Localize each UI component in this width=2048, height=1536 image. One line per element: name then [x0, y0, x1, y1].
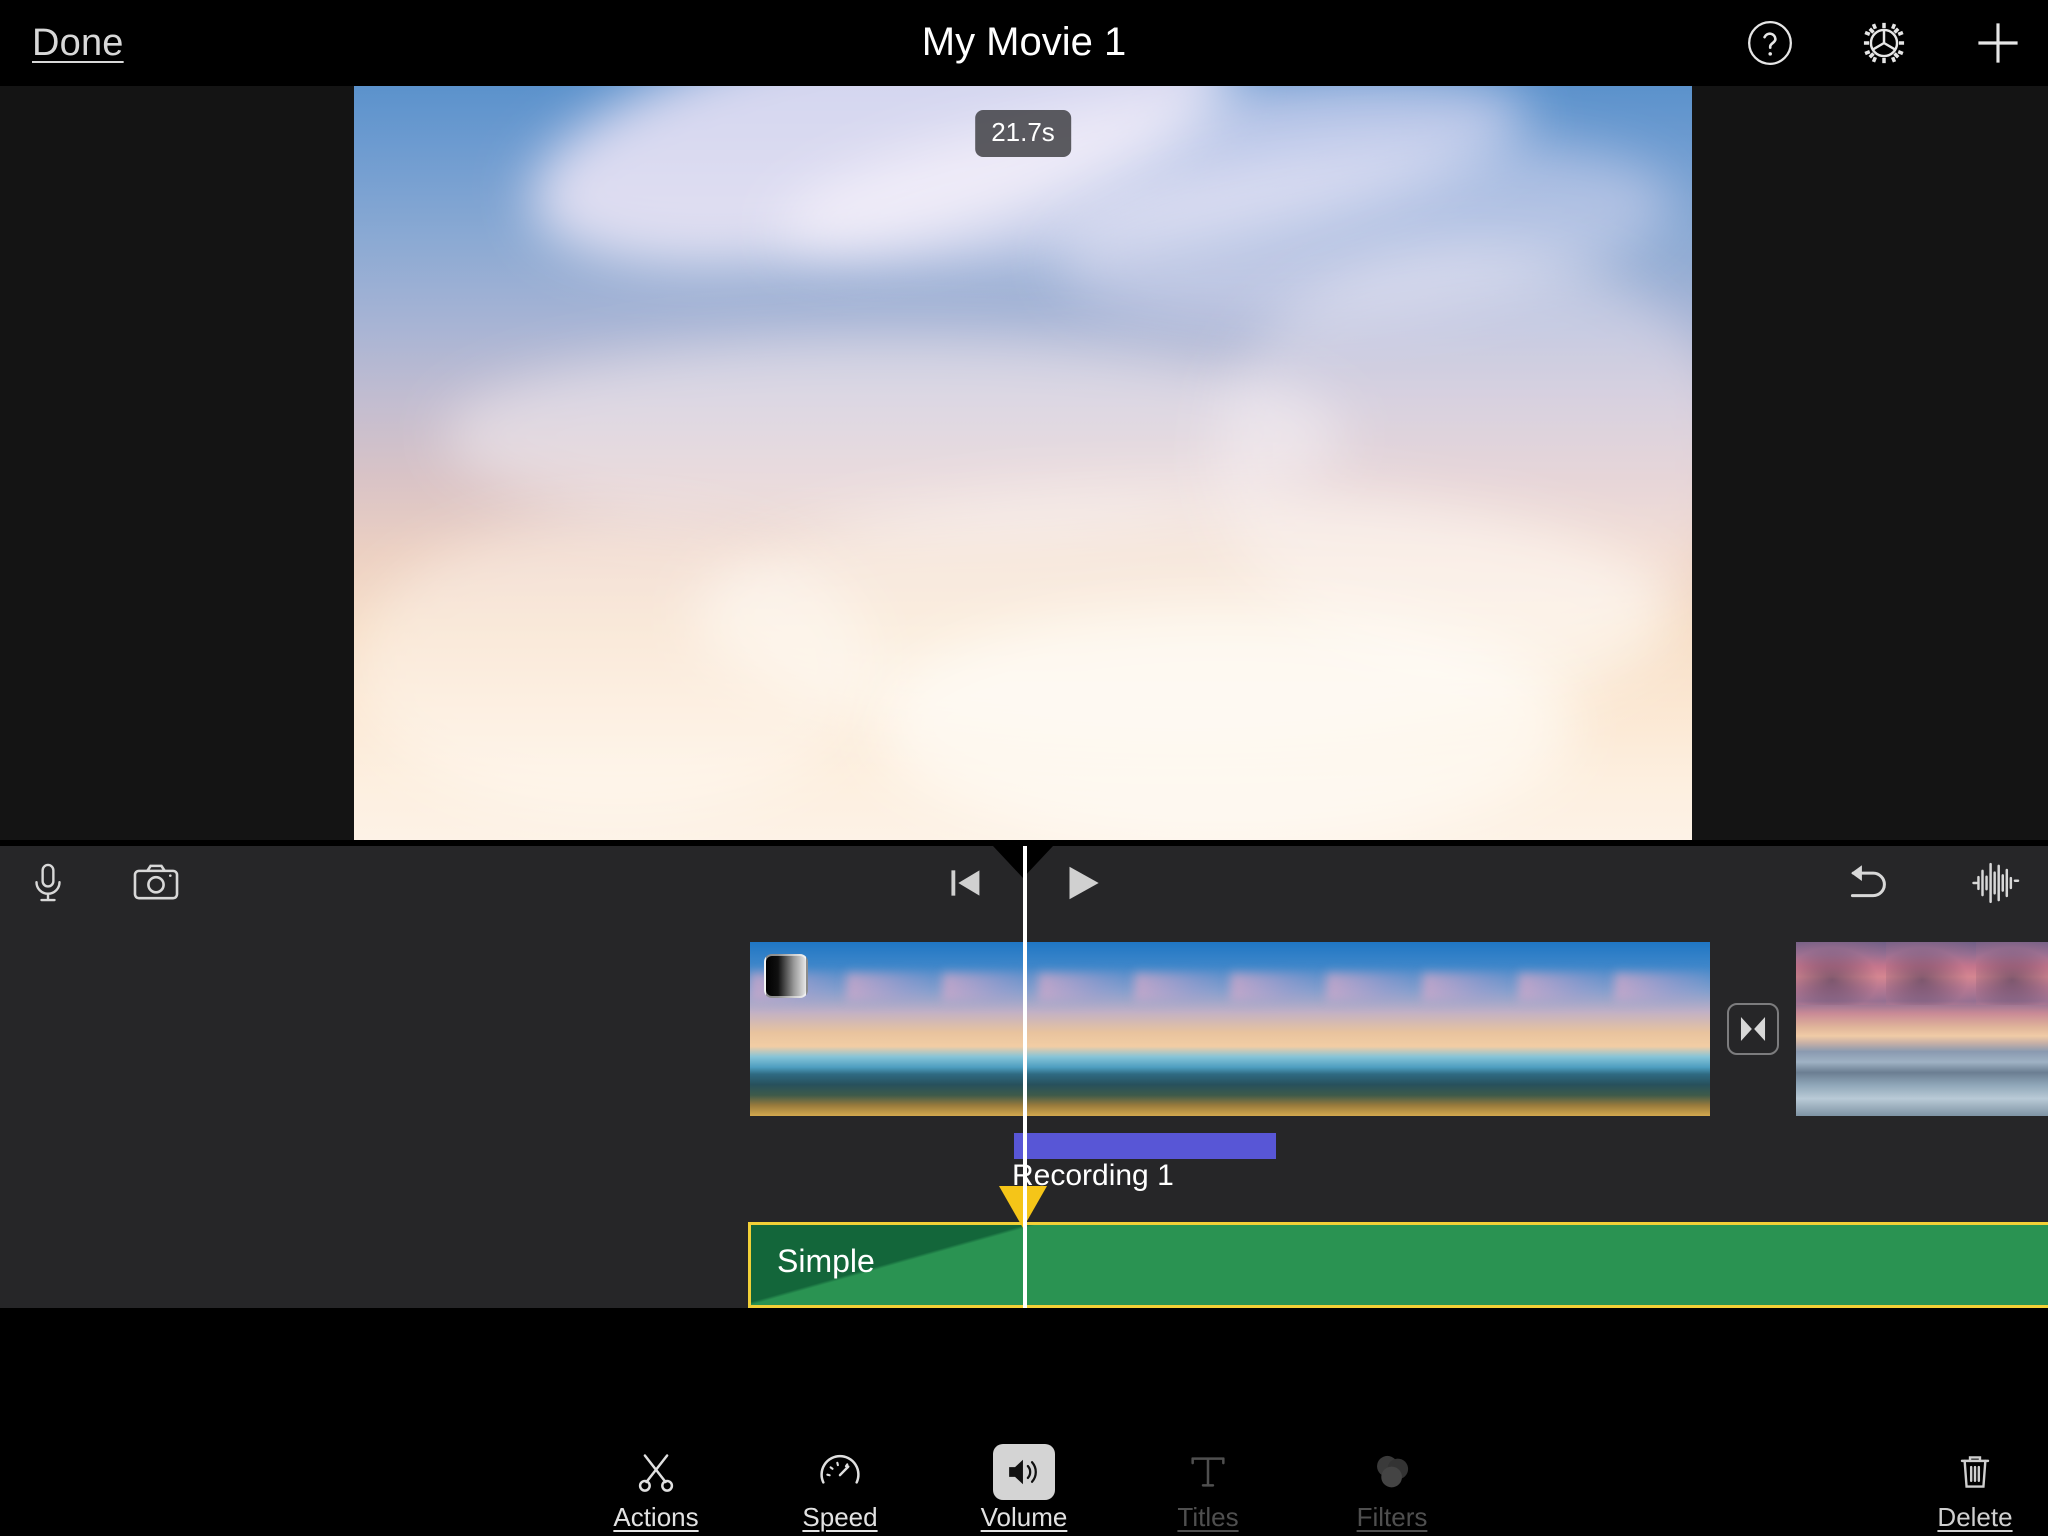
- cross-dissolve-icon: [1740, 1016, 1766, 1042]
- tab-filters[interactable]: Filters: [1333, 1442, 1451, 1534]
- skip-to-start-button[interactable]: [938, 855, 994, 911]
- filmstrip-frame: [1422, 942, 1518, 1116]
- video-player[interactable]: 21.7s: [354, 86, 1692, 840]
- tab-speed-label: Speed: [802, 1501, 878, 1532]
- speedometer-icon: [809, 1444, 871, 1500]
- gear-icon: [1863, 22, 1905, 64]
- help-button[interactable]: [1740, 13, 1800, 73]
- fade-gradient-badge: [764, 954, 808, 998]
- record-voiceover-button[interactable]: [20, 855, 76, 911]
- filmstrip-frame: [1230, 942, 1326, 1116]
- transition-marker[interactable]: [1710, 942, 1796, 1116]
- audio-waveform-button[interactable]: [1968, 855, 2024, 911]
- undo-button[interactable]: [1842, 855, 1898, 911]
- question-circle-icon: [1748, 21, 1792, 65]
- filmstrip-frame: [1038, 942, 1134, 1116]
- bottom-tab-bar: Actions Speed Volume Titles Filters Dele…: [0, 1440, 2048, 1536]
- top-navigation-bar: Done My Movie 1: [0, 0, 2048, 86]
- title-clip-label: Simple: [777, 1243, 875, 1279]
- transition-button[interactable]: [1727, 1003, 1779, 1055]
- audio-clip-recording[interactable]: [1014, 1133, 1276, 1159]
- tab-titles[interactable]: Titles: [1149, 1442, 1267, 1534]
- video-preview-area: 21.7s: [0, 86, 2048, 840]
- filmstrip-frame: [1134, 942, 1230, 1116]
- filmstrip-frame: [1976, 942, 2048, 1116]
- microphone-icon: [35, 863, 61, 902]
- text-t-icon: [1177, 1444, 1239, 1500]
- trash-icon: [1944, 1444, 2006, 1500]
- control-bar-left: [20, 846, 184, 920]
- playhead-time-badge: 21.7s: [975, 110, 1071, 157]
- top-bar-actions: [1740, 0, 2028, 86]
- title-clip-selected[interactable]: Simple: [748, 1222, 2048, 1308]
- tab-filters-label: Filters: [1356, 1501, 1428, 1532]
- imovie-editor-screen: Done My Movie 1 21.7s Recording 1 Simple…: [0, 0, 2048, 1536]
- play-icon: [1069, 866, 1099, 900]
- tab-volume[interactable]: Volume: [965, 1442, 1083, 1534]
- tab-speed[interactable]: Speed: [781, 1442, 899, 1534]
- play-button[interactable]: [1054, 855, 1110, 911]
- delete-button-label: Delete: [1937, 1501, 2013, 1532]
- tab-titles-label: Titles: [1177, 1501, 1239, 1532]
- filmstrip-frame: [1796, 942, 1886, 1116]
- cloud-decoration: [354, 516, 874, 816]
- speaker-wave-icon: [993, 1443, 1055, 1500]
- plus-icon: [1978, 23, 2018, 63]
- add-media-button[interactable]: [1968, 13, 2028, 73]
- playhead-line[interactable]: [1023, 846, 1027, 1308]
- tab-list: Actions Speed Volume Titles Filters: [597, 1440, 1451, 1536]
- settings-button[interactable]: [1854, 13, 1914, 73]
- skip-to-start-icon: [951, 870, 980, 896]
- filmstrip-frame: [1886, 942, 1976, 1116]
- tab-actions[interactable]: Actions: [597, 1442, 715, 1534]
- filmstrip-frame: [1518, 942, 1614, 1116]
- tab-actions-label: Actions: [613, 1501, 699, 1532]
- filmstrip-frame: [1326, 942, 1422, 1116]
- filters-circles-icon: [1361, 1444, 1423, 1500]
- delete-button[interactable]: Delete: [1916, 1440, 2034, 1536]
- camera-capture-button[interactable]: [128, 855, 184, 911]
- video-clip-1[interactable]: [750, 942, 1710, 1116]
- undo-icon: [1850, 865, 1886, 898]
- filmstrip-frame: [846, 942, 942, 1116]
- video-clip-2[interactable]: [1796, 942, 2048, 1116]
- audio-waveform-icon: [1972, 862, 2020, 904]
- volume-inspector: 100% Trim: [0, 1308, 2048, 1440]
- control-bar-right: [1842, 846, 2024, 920]
- filmstrip-frame: [1614, 942, 1710, 1116]
- scissors-icon: [625, 1444, 687, 1500]
- tab-volume-label: Volume: [980, 1501, 1068, 1532]
- camera-icon: [133, 864, 179, 900]
